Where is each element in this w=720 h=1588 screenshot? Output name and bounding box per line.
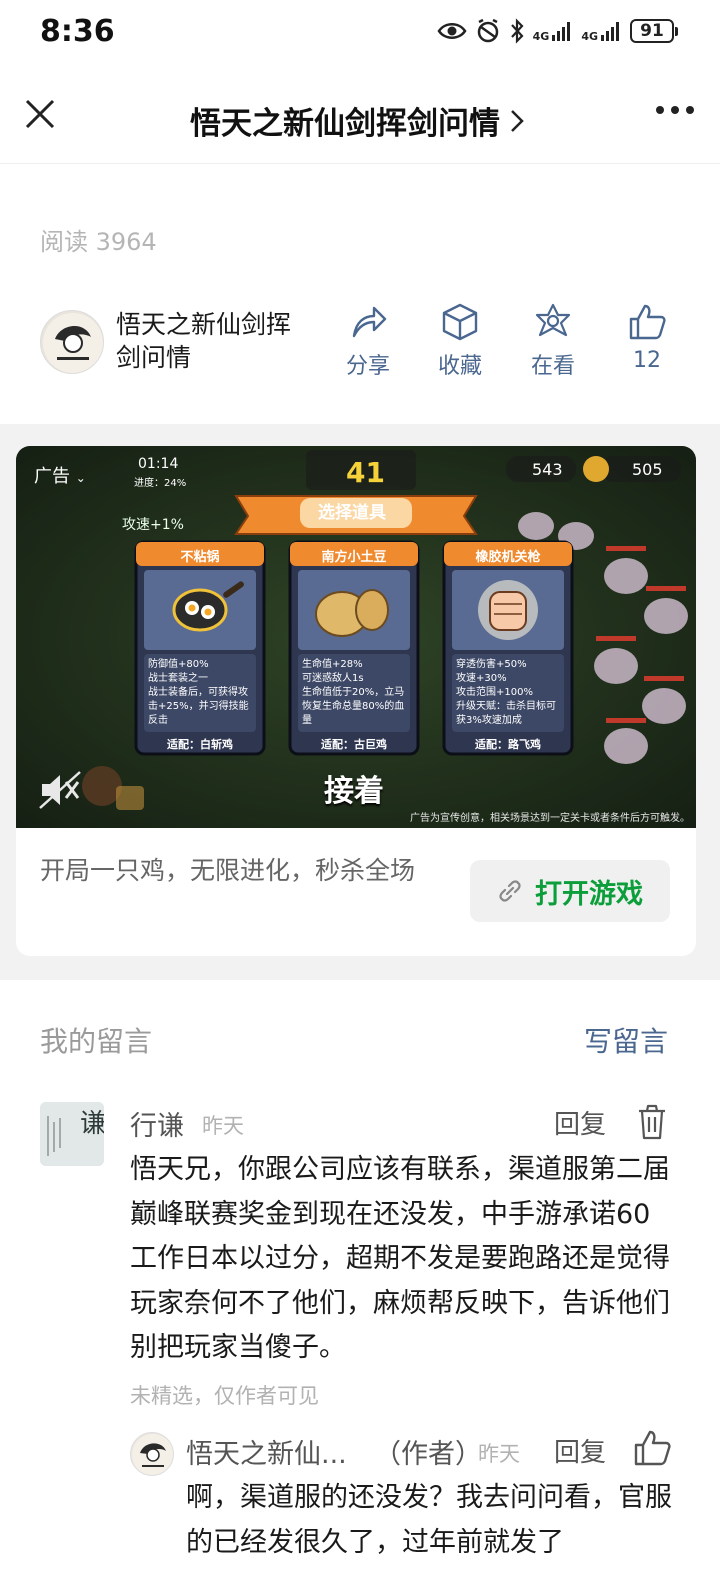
- ad-hud-count-2: 505: [632, 460, 663, 479]
- bluetooth-icon: [510, 18, 524, 44]
- wow-label: 在看: [530, 354, 575, 379]
- nav-title-text: 悟天之新仙剑挥剑问情: [190, 106, 500, 142]
- ad-badge[interactable]: 广告 ⌄: [34, 462, 86, 488]
- ad-buff-text: 攻速+1%: [122, 517, 184, 533]
- status-icons: 4G 4G 91: [437, 18, 678, 44]
- mute-icon[interactable]: [38, 770, 82, 810]
- share-icon: [352, 306, 387, 338]
- author-reply-text: 啊，渠道服的还没发？我去问问看，官服的已经发很久了，过年前就发了: [186, 1482, 672, 1558]
- share-button[interactable]: 分享: [328, 302, 408, 380]
- chevron-right-icon: [511, 109, 524, 132]
- like-count: 12: [633, 348, 661, 373]
- comments-header: 我的留言: [40, 1025, 153, 1058]
- ad-card[interactable]: 广告 ⌄ 01:14 进度：24% 41 543 505 攻速+1% 选择道具 …: [16, 446, 696, 956]
- share-label: 分享: [345, 354, 390, 379]
- comment-time: 昨天: [202, 1114, 244, 1138]
- comment-visibility-note: 未精选，仅作者可见: [130, 1384, 319, 1408]
- status-time: 8:36: [40, 14, 115, 49]
- ad-choice-card: 南方小土豆 生命值+28% 可迷惑敌人1s 生命值低于20%，立马恢复生命总量8…: [302, 550, 405, 751]
- close-icon[interactable]: [22, 96, 58, 132]
- wow-button[interactable]: 在看: [513, 302, 593, 380]
- author-avatar[interactable]: [40, 310, 104, 374]
- commenter-avatar[interactable]: 谦: [40, 1102, 104, 1166]
- signal-icon: [601, 22, 619, 41]
- reply-button[interactable]: 回复: [554, 1432, 606, 1469]
- battery-icon: 91: [630, 19, 678, 43]
- network-2: 4G: [581, 20, 622, 42]
- ad-section: 广告 ⌄ 01:14 进度：24% 41 543 505 攻速+1% 选择道具 …: [0, 424, 720, 980]
- read-count: 阅读 3964: [40, 228, 157, 256]
- network-1: 4G: [533, 20, 574, 42]
- author-reply-name[interactable]: 悟天之新仙...: [186, 1432, 347, 1471]
- ad-description: 开局一只鸡，无限进化，秒杀全场: [40, 856, 416, 885]
- ad-hud-time: 01:14: [138, 456, 179, 472]
- comment-text: 悟天兄，你跟公司应该有联系，渠道服第二届巅峰联赛奖金到现在还没发，中手游承诺60…: [130, 1154, 670, 1363]
- ad-choice-card: 不粘锅 防御值+80% 战士套装之一 战士装备后，可获得攻击+25%，并习得技能…: [148, 550, 249, 751]
- collect-label: 收藏: [437, 354, 482, 379]
- author-reply-avatar[interactable]: [130, 1432, 174, 1476]
- collect-button[interactable]: 收藏: [420, 302, 500, 380]
- ad-hud-progress: 进度：24%: [134, 478, 187, 489]
- author-name[interactable]: 悟天之新仙剑挥剑问情: [116, 308, 296, 374]
- write-comment-button[interactable]: 写留言: [584, 1020, 668, 1060]
- like-button[interactable]: 12: [607, 302, 687, 373]
- thumbs-up-icon[interactable]: [632, 1428, 672, 1468]
- ad-hud-count-1: 543: [532, 460, 563, 479]
- nav-title[interactable]: 悟天之新仙剑挥剑问情: [190, 98, 524, 143]
- ad-footnote: 广告为宣传创意，相关场景达到一定关卡或者条件后方可触发。: [410, 813, 690, 824]
- more-icon[interactable]: [656, 106, 694, 114]
- eye-icon: [437, 23, 467, 39]
- reply-button[interactable]: 回复: [554, 1104, 606, 1141]
- chevron-down-icon: ⌄: [75, 471, 86, 485]
- cube-icon: [442, 303, 478, 341]
- commenter-name[interactable]: 行谦: [130, 1104, 184, 1143]
- ad-game-image[interactable]: 广告 ⌄ 01:14 进度：24% 41 543 505 攻速+1% 选择道具 …: [16, 446, 696, 828]
- nav-bar: 悟天之新仙剑挥剑问情: [0, 72, 720, 164]
- author-tag: （作者）: [374, 1439, 482, 1470]
- trash-icon[interactable]: [636, 1104, 668, 1140]
- link-icon: [499, 880, 521, 902]
- thumbs-up-icon: [629, 304, 666, 340]
- star-icon: [535, 303, 571, 337]
- open-game-button[interactable]: 打开游戏: [470, 860, 670, 922]
- ad-hud-score: 41: [346, 456, 385, 489]
- ad-banner-text: 选择道具: [318, 503, 386, 523]
- svg-text:谦: 谦: [80, 1109, 104, 1139]
- alarm-icon: [477, 18, 498, 43]
- status-bar: 8:36 4G 4G 91: [0, 0, 720, 72]
- ad-continue-text: 接着: [324, 774, 384, 809]
- signal-icon: [552, 22, 571, 41]
- open-game-label: 打开游戏: [535, 878, 643, 910]
- ad-choice-card: 橡胶机关枪 穿透伤害+50% 攻速+30% 攻击范围+100% 升级天赋：击杀目…: [456, 550, 556, 751]
- author-reply-time: 昨天: [478, 1442, 520, 1466]
